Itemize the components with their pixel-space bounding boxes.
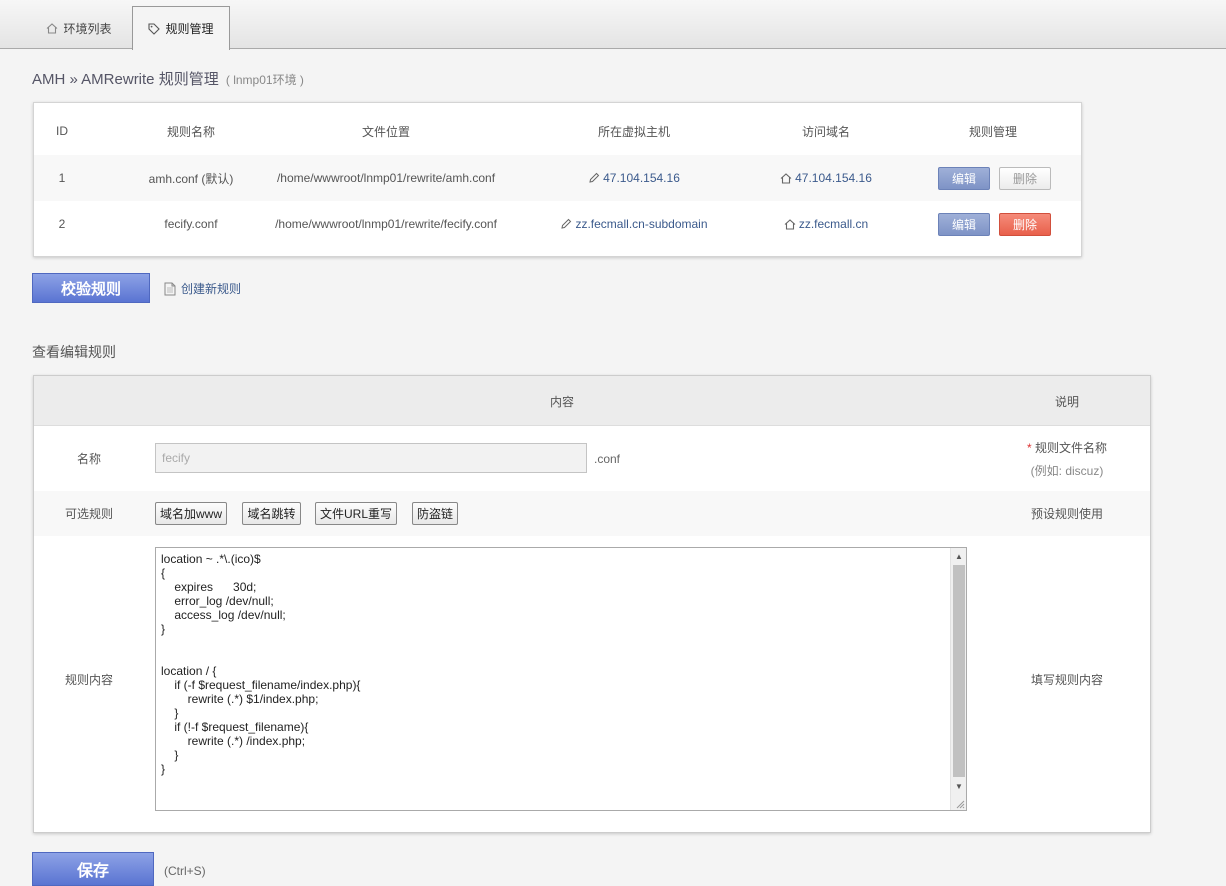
name-row: 名称 .conf * 规则文件名称 (例如: discuz) bbox=[34, 426, 1150, 491]
preset-redirect-button[interactable]: 域名跳转 bbox=[242, 502, 301, 525]
table-header-row: ID 规则名称 文件位置 所在虚拟主机 访问域名 规则管理 bbox=[34, 107, 1081, 155]
name-desc-text: 规则文件名称 bbox=[1035, 440, 1108, 455]
row-file: /home/wwwroot/lnmp01/rewrite/fecify.conf bbox=[275, 217, 497, 231]
row-host-text: 47.104.154.16 bbox=[603, 171, 680, 185]
row-host-link[interactable]: 47.104.154.16 bbox=[534, 155, 734, 201]
edit-button[interactable]: 编辑 bbox=[938, 167, 990, 190]
header-file: 文件位置 bbox=[361, 124, 410, 139]
required-star: * bbox=[1026, 440, 1032, 455]
pencil-icon bbox=[561, 218, 572, 229]
row-host-text: zz.fecmall.cn-subdomain bbox=[575, 217, 708, 231]
row-file: /home/wwwroot/lnmp01/rewrite/amh.conf bbox=[276, 171, 496, 185]
row-name: amh.conf (默认) bbox=[148, 171, 234, 186]
name-desc-example: (例如: discuz) bbox=[1030, 463, 1104, 478]
save-button[interactable]: 保存 bbox=[32, 852, 154, 886]
optional-row: 可选规则 域名加www 域名跳转 文件URL重写 防盗链 预设规则使用 bbox=[34, 491, 1150, 536]
name-desc: * 规则文件名称 (例如: discuz) bbox=[1002, 426, 1132, 491]
home-icon bbox=[780, 172, 792, 184]
content-desc: 填写规则内容 bbox=[1030, 672, 1103, 687]
save-shortcut-hint: (Ctrl+S) bbox=[164, 864, 206, 878]
row-host-link[interactable]: zz.fecmall.cn-subdomain bbox=[534, 201, 734, 247]
resize-grip-icon[interactable] bbox=[953, 797, 965, 809]
row-domain-link[interactable]: 47.104.154.16 bbox=[756, 155, 896, 201]
section-title: 查看编辑规则 bbox=[32, 344, 116, 360]
tag-icon bbox=[148, 22, 161, 35]
content-row: 规则内容 location ~ .*\.(ico)$ { expires 30d… bbox=[34, 536, 1150, 822]
verify-rules-button[interactable]: 校验规则 bbox=[32, 273, 150, 303]
header-desc: 说明 bbox=[1054, 394, 1079, 409]
create-rule-label: 创建新规则 bbox=[181, 282, 242, 296]
header-host: 所在虚拟主机 bbox=[597, 124, 670, 139]
editor-header: 内容 说明 bbox=[34, 376, 1150, 426]
content-label: 规则内容 bbox=[64, 672, 113, 687]
optional-label: 可选规则 bbox=[64, 507, 113, 521]
name-label: 名称 bbox=[76, 452, 101, 466]
scroll-thumb[interactable] bbox=[953, 565, 965, 777]
name-desc-main: * 规则文件名称 bbox=[1027, 439, 1107, 456]
row-id: 1 bbox=[58, 171, 66, 185]
optional-desc: 预设规则使用 bbox=[1030, 507, 1103, 521]
delete-button-disabled[interactable]: 删除 bbox=[999, 167, 1051, 190]
rule-editor-panel: 内容 说明 名称 .conf * 规则文件名称 (例如: discuz) 可选规… bbox=[33, 375, 1151, 833]
rule-content-textarea[interactable]: location ~ .*\.(ico)$ { expires 30d; err… bbox=[155, 547, 967, 811]
preset-url-rewrite-button[interactable]: 文件URL重写 bbox=[315, 502, 397, 525]
pencil-icon bbox=[589, 172, 600, 183]
header-content: 内容 bbox=[549, 394, 574, 409]
row-id: 2 bbox=[58, 217, 66, 231]
tab-rule-manage-label: 规则管理 bbox=[165, 22, 214, 36]
row-domain-text: zz.fecmall.cn bbox=[798, 217, 869, 231]
row-domain-link[interactable]: zz.fecmall.cn bbox=[756, 201, 896, 247]
home-icon bbox=[47, 22, 58, 34]
preset-www-button[interactable]: 域名加www bbox=[155, 502, 227, 525]
breadcrumb: AMH » AMRewrite 规则管理 ( lnmp01环境 ) bbox=[32, 68, 304, 89]
delete-button[interactable]: 删除 bbox=[999, 213, 1051, 236]
header-manage: 规则管理 bbox=[968, 124, 1017, 139]
home-icon bbox=[784, 218, 796, 230]
scroll-up-icon[interactable]: ▲ bbox=[951, 548, 966, 564]
tab-env-list-label: 环境列表 bbox=[63, 21, 112, 36]
header-id: ID bbox=[56, 124, 68, 138]
tab-rule-manage[interactable]: 规则管理 bbox=[132, 6, 230, 50]
tab-env-list[interactable]: 环境列表 bbox=[31, 7, 127, 49]
preset-hotlink-button[interactable]: 防盗链 bbox=[412, 502, 458, 525]
rule-content-text: location ~ .*\.(ico)$ { expires 30d; err… bbox=[161, 552, 361, 776]
table-row: 2 fecify.conf /home/wwwroot/lnmp01/rewri… bbox=[34, 201, 1081, 247]
edit-button[interactable]: 编辑 bbox=[938, 213, 990, 236]
rule-name-input[interactable] bbox=[155, 443, 587, 473]
header-name: 规则名称 bbox=[166, 124, 215, 139]
row-name: fecify.conf bbox=[164, 217, 218, 231]
table-row: 1 amh.conf (默认) /home/wwwroot/lnmp01/rew… bbox=[34, 155, 1081, 201]
document-icon bbox=[164, 282, 176, 295]
create-rule-link[interactable]: 创建新规则 bbox=[164, 280, 241, 297]
tab-bar: 环境列表 规则管理 bbox=[0, 0, 1226, 50]
textarea-scrollbar[interactable]: ▲ ▼ bbox=[950, 548, 966, 810]
header-domain: 访问域名 bbox=[801, 124, 850, 139]
rules-table: ID 规则名称 文件位置 所在虚拟主机 访问域名 规则管理 1 amh.conf… bbox=[33, 102, 1082, 257]
breadcrumb-env: ( lnmp01环境 ) bbox=[225, 73, 304, 87]
name-suffix: .conf bbox=[594, 452, 621, 466]
scroll-down-icon[interactable]: ▼ bbox=[951, 778, 966, 794]
breadcrumb-text: AMH » AMRewrite 规则管理 bbox=[32, 71, 219, 88]
row-domain-text: 47.104.154.16 bbox=[795, 171, 872, 185]
